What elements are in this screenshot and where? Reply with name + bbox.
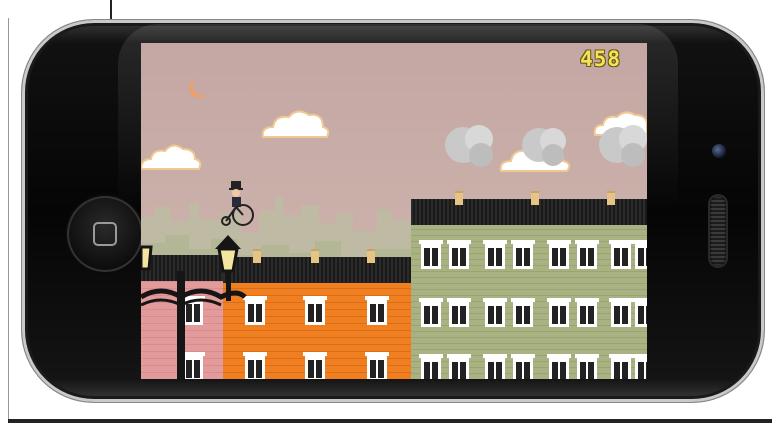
front-camera-icon — [712, 144, 726, 158]
green-window — [609, 298, 633, 327]
green-window — [575, 240, 599, 269]
orange-window — [303, 352, 327, 379]
left-border — [8, 18, 9, 420]
cloud-1 — [261, 110, 330, 138]
green-window — [447, 298, 471, 327]
green-window — [447, 354, 471, 379]
green-window — [511, 354, 535, 379]
green-window — [609, 240, 633, 269]
score-counter: 458 — [580, 47, 621, 71]
green-window — [547, 240, 571, 269]
green-window — [447, 240, 471, 269]
speaker-grille-icon — [710, 196, 726, 266]
crescent-moon-icon — [193, 75, 213, 95]
green-window — [511, 240, 535, 269]
green-window — [575, 298, 599, 327]
green-window — [483, 240, 507, 269]
smoke-cloud-2 — [522, 128, 566, 166]
green-window — [633, 354, 647, 379]
green-window — [633, 298, 647, 327]
bottom-border — [8, 419, 772, 423]
green-chimney-1 — [455, 191, 463, 205]
orange-window — [365, 296, 389, 325]
green-window — [547, 354, 571, 379]
green-chimney-3 — [607, 191, 615, 205]
green-window — [483, 298, 507, 327]
green-window — [419, 240, 443, 269]
green-window — [511, 298, 535, 327]
green-chimney-2 — [531, 191, 539, 205]
street-lamp-icon — [141, 235, 247, 379]
orange-window — [303, 296, 327, 325]
green-window — [419, 298, 443, 327]
orange-chimney-2 — [311, 249, 319, 263]
orange-window — [365, 352, 389, 379]
penny-farthing-rider-icon — [221, 181, 254, 226]
game-screen[interactable]: 458 — [141, 43, 647, 379]
orange-chimney-3 — [367, 249, 375, 263]
green-window — [633, 240, 647, 269]
cloud-2 — [141, 144, 202, 170]
smoke-cloud-1 — [445, 125, 493, 167]
green-window — [575, 354, 599, 379]
green-window — [609, 354, 633, 379]
home-square-icon — [93, 222, 117, 246]
smoke-cloud-3 — [599, 125, 647, 167]
green-window — [483, 354, 507, 379]
green-window — [419, 354, 443, 379]
home-button[interactable] — [67, 196, 143, 272]
green-window — [547, 298, 571, 327]
